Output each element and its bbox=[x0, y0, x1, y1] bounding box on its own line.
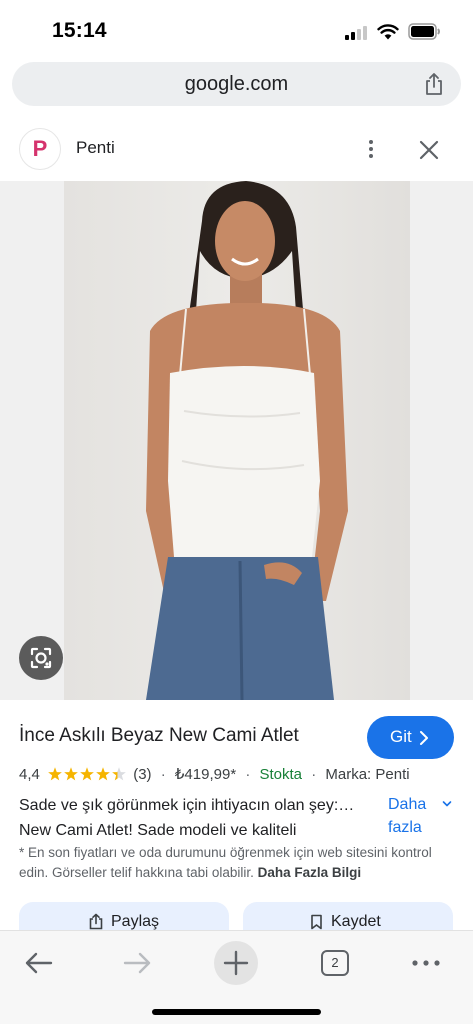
product-image-viewer[interactable] bbox=[0, 181, 473, 700]
product-meta: 4,4 (3) · ₺419,99* · Stokta · Marka: Pen… bbox=[19, 765, 459, 789]
star-icon bbox=[80, 767, 94, 781]
star-icon bbox=[48, 767, 62, 781]
site-logo[interactable]: P bbox=[19, 128, 61, 170]
product-title: İnce Askılı Beyaz New Cami Atlet bbox=[19, 725, 299, 746]
site-name[interactable]: Penti bbox=[76, 138, 115, 158]
separator-dot: · bbox=[245, 765, 251, 783]
bookmark-icon bbox=[311, 914, 322, 930]
visit-button[interactable]: Git bbox=[367, 716, 454, 759]
star-icon bbox=[64, 767, 78, 781]
wifi-icon bbox=[377, 24, 399, 40]
signal-icon bbox=[345, 26, 369, 40]
product-description: Sade ve şık görünmek için ihtiyacın olan… bbox=[19, 793, 379, 843]
product-photo[interactable] bbox=[64, 181, 410, 700]
share-icon bbox=[89, 913, 103, 930]
share-button-label: Paylaş bbox=[111, 913, 160, 930]
close-icon[interactable] bbox=[416, 137, 442, 163]
rating-stars bbox=[48, 767, 126, 781]
save-button-label: Kaydet bbox=[331, 913, 381, 930]
url-text[interactable]: google.com bbox=[12, 73, 461, 96]
menu-button[interactable] bbox=[404, 941, 448, 985]
disclaimer-text: * En son fiyatları ve oda durumunu öğren… bbox=[19, 845, 432, 880]
model-illustration bbox=[146, 181, 348, 700]
status-bar: 15:14 bbox=[0, 0, 473, 60]
product-title-row: İnce Askılı Beyaz New Cami Atlet Git bbox=[0, 712, 473, 762]
lens-icon bbox=[30, 647, 52, 669]
more-horiz-icon bbox=[412, 960, 440, 966]
more-vert-icon[interactable] bbox=[364, 137, 378, 163]
review-count: (3) bbox=[133, 765, 152, 783]
visit-button-label: Git bbox=[390, 727, 412, 746]
description-line: Sade ve şık görünmek için ihtiyacın olan… bbox=[19, 797, 355, 814]
price: ₺419,99* bbox=[174, 766, 237, 784]
chevron-down-icon[interactable] bbox=[442, 800, 452, 808]
home-indicator bbox=[152, 1009, 321, 1015]
disclaimer: * En son fiyatları ve oda durumunu öğren… bbox=[19, 843, 459, 883]
learn-more-link[interactable]: Daha Fazla Bilgi bbox=[258, 865, 362, 880]
separator-dot: · bbox=[160, 765, 166, 783]
back-arrow-icon bbox=[25, 952, 53, 974]
forward-arrow-icon bbox=[123, 952, 151, 974]
rating-value: 4,4 bbox=[19, 765, 40, 783]
description-line: New Cami Atlet! Sade modeli ve kaliteli bbox=[19, 822, 297, 839]
separator-dot: · bbox=[311, 765, 317, 783]
share-icon[interactable] bbox=[423, 72, 445, 96]
plus-icon bbox=[223, 950, 249, 976]
address-bar[interactable]: google.com bbox=[12, 62, 461, 106]
status-time: 15:14 bbox=[52, 19, 107, 42]
star-icon bbox=[112, 767, 126, 781]
result-source-header: P Penti bbox=[0, 118, 473, 180]
back-button[interactable] bbox=[17, 941, 61, 985]
lens-button[interactable] bbox=[19, 636, 63, 680]
brand: Marka: Penti bbox=[325, 765, 410, 783]
chevron-right-icon bbox=[420, 731, 428, 745]
tabs-button[interactable]: 2 bbox=[313, 941, 357, 985]
browser-toolbar: 2 bbox=[0, 930, 473, 1024]
tabs-icon: 2 bbox=[321, 950, 349, 976]
new-tab-button[interactable] bbox=[214, 941, 258, 985]
stock-status: Stokta bbox=[259, 765, 303, 783]
forward-button[interactable] bbox=[115, 941, 159, 985]
battery-icon bbox=[408, 23, 440, 40]
star-icon bbox=[96, 767, 110, 781]
show-more-label: fazla bbox=[388, 819, 422, 836]
